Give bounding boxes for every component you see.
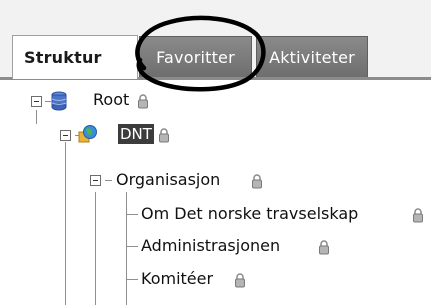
tree-line bbox=[65, 142, 66, 305]
tree-node-organisasjon[interactable]: Organisasjon bbox=[116, 170, 220, 190]
cms-panel: Struktur Favoritter Aktiviteter Root DNT… bbox=[0, 0, 431, 305]
lock-icon bbox=[138, 94, 148, 109]
tree-line bbox=[126, 192, 127, 305]
tree-line bbox=[126, 246, 138, 247]
lock-icon bbox=[319, 240, 329, 255]
tree-line bbox=[126, 214, 138, 215]
tab-label: Favoritter bbox=[156, 47, 235, 67]
tree-line bbox=[126, 279, 138, 280]
lock-icon bbox=[252, 174, 262, 189]
tree-line bbox=[105, 180, 112, 181]
tab-label: Struktur bbox=[24, 48, 102, 67]
tab-favoritter[interactable]: Favoritter bbox=[139, 36, 252, 77]
collapse-toggle-dnt[interactable] bbox=[60, 130, 71, 141]
tree-node-om-det-norske-travselskap[interactable]: Om Det norske travselskap bbox=[141, 204, 358, 224]
collapse-toggle-root[interactable] bbox=[31, 96, 42, 107]
lock-icon bbox=[159, 128, 169, 143]
lock-icon bbox=[413, 208, 423, 223]
tree-node-root[interactable]: Root bbox=[93, 90, 129, 110]
tree-line bbox=[36, 110, 37, 124]
tab-label: Aktiviteter bbox=[269, 47, 355, 67]
lock-icon bbox=[235, 273, 245, 288]
tree-line bbox=[95, 192, 96, 305]
database-icon bbox=[51, 91, 67, 111]
tab-strip: Struktur Favoritter Aktiviteter bbox=[0, 0, 431, 80]
globe-site-icon bbox=[78, 125, 97, 143]
tab-struktur[interactable]: Struktur bbox=[12, 35, 138, 79]
tree-node-administrasjonen[interactable]: Administrasjonen bbox=[141, 236, 280, 256]
tree-node-komiteer[interactable]: Komitéer bbox=[141, 269, 213, 289]
tree-node-dnt[interactable]: DNT bbox=[118, 124, 154, 144]
collapse-toggle-organisasjon[interactable] bbox=[90, 175, 101, 186]
structure-tree: Root DNT Organisasjon Om Det norske trav… bbox=[0, 80, 431, 305]
tab-aktiviteter[interactable]: Aktiviteter bbox=[256, 36, 368, 77]
